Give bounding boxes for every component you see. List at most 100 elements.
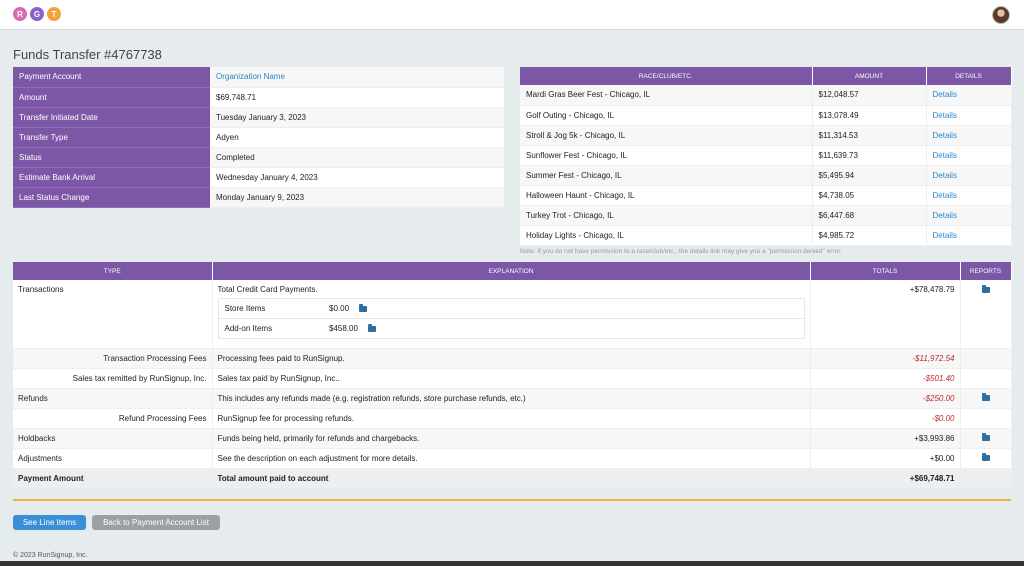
explanation-cell: This includes any refunds made (e.g. reg…: [212, 388, 811, 409]
info-value: Wednesday January 4, 2023: [210, 167, 504, 188]
sub-value-cell: $458.00: [323, 319, 804, 339]
race-name: Holiday Lights - Chicago, IL: [520, 225, 813, 246]
explanation-cell: Total amount paid to account: [212, 468, 811, 489]
race-amount: $4,738.05: [812, 185, 927, 206]
race-amount: $5,495.94: [812, 165, 927, 186]
report-cell: [960, 408, 1012, 429]
type-cell: Refund Processing Fees: [13, 408, 213, 429]
info-value: Tuesday January 3, 2023: [210, 107, 504, 128]
report-cell: [960, 448, 1012, 469]
explanation-cell: Total Credit Card Payments. Store Items …: [212, 280, 811, 349]
brand-logo[interactable]: R G T: [13, 7, 61, 21]
table-row: Sunflower Fest - Chicago, IL $11,639.73 De…: [520, 145, 1012, 166]
sub-value-cell: $0.00: [323, 298, 804, 319]
total-cell: -$250.00: [810, 388, 961, 409]
total-cell: +$0.00: [810, 448, 961, 469]
table-row: Sales tax remitted by RunSignup, Inc. Sal…: [13, 368, 1012, 389]
report-cell: [960, 348, 1012, 369]
back-to-payment-account-list-button[interactable]: Back to Payment Account List: [92, 515, 220, 530]
sub-label: Store Items: [218, 298, 323, 319]
info-label: Amount: [13, 87, 210, 108]
details-link[interactable]: Details: [926, 165, 1012, 186]
total-cell: -$11,972.54: [810, 348, 961, 369]
col-header-race: RACE/CLUB/ETC.: [520, 67, 813, 85]
events-table: RACE/CLUB/ETC. AMOUNT DETAILS Mardi Gras…: [520, 67, 1012, 246]
race-amount: $11,639.73: [812, 145, 927, 166]
table-row: Payment Amount Total amount paid to accou…: [13, 468, 1012, 489]
info-value: Adyen: [210, 127, 504, 148]
col-header-type: TYPE: [13, 262, 213, 280]
info-row: Transfer Type Adyen: [13, 127, 504, 148]
table-row: Stroll & Jog 5k - Chicago, IL $11,314.53 D…: [520, 125, 1012, 146]
col-header-explanation: EXPLANATION: [212, 262, 811, 280]
top-bar: R G T: [0, 0, 1024, 30]
explanation-cell: See the description on each adjustment f…: [212, 448, 811, 469]
info-value: Completed: [210, 147, 504, 168]
transactions-subtable: Store Items $0.00 Add-on Items $458.00: [217, 298, 805, 339]
type-cell: Sales tax remitted by RunSignup, Inc.: [13, 368, 213, 389]
footer-copyright: © 2023 RunSignup, Inc.: [13, 552, 88, 559]
sub-value: $458.00: [329, 324, 358, 333]
explanation-cell: RunSignup fee for processing refunds.: [212, 408, 811, 429]
table-row: Holdbacks Funds being held, primarily for…: [13, 428, 1012, 449]
info-row: Payment Account Organization Name: [13, 67, 504, 88]
explanation-cell: Sales tax paid by RunSignup, Inc..: [212, 368, 811, 389]
info-row: Status Completed: [13, 147, 504, 168]
info-label: Transfer Type: [13, 127, 210, 148]
logo-letter-g: G: [30, 7, 44, 21]
info-label: Estimate Bank Arrival: [13, 167, 210, 188]
type-cell: Holdbacks: [13, 428, 213, 449]
details-link[interactable]: Details: [926, 85, 1012, 106]
table-row: Refunds This includes any refunds made (e…: [13, 388, 1012, 409]
bottom-bar: [0, 561, 1024, 566]
report-cell: [960, 280, 1012, 349]
payment-account-link[interactable]: Organization Name: [210, 67, 504, 88]
type-cell: Adjustments: [13, 448, 213, 469]
race-amount: $13,078.49: [812, 105, 927, 126]
type-cell: Payment Amount: [13, 468, 213, 489]
user-avatar[interactable]: [992, 6, 1010, 24]
table-row: Turkey Trot - Chicago, IL $6,447.68 Detail…: [520, 205, 1012, 226]
folder-icon[interactable]: [981, 433, 990, 442]
explanation-cell: Processing fees paid to RunSignup.: [212, 348, 811, 369]
info-value: Monday January 9, 2023: [210, 187, 504, 208]
details-link[interactable]: Details: [926, 125, 1012, 146]
page-title: Funds Transfer #4767738: [13, 47, 162, 62]
details-link[interactable]: Details: [926, 205, 1012, 226]
info-value: $69,748.71: [210, 87, 504, 108]
details-link[interactable]: Details: [926, 225, 1012, 246]
race-name: Turkey Trot - Chicago, IL: [520, 205, 813, 226]
table-row: Halloween Haunt - Chicago, IL $4,738.05 De…: [520, 185, 1012, 206]
account-info-table: Payment Account Organization Name Amount $…: [13, 67, 504, 208]
race-name: Mardi Gras Beer Fest - Chicago, IL: [520, 85, 813, 106]
details-link[interactable]: Details: [926, 185, 1012, 206]
total-cell: +$69,748.71: [810, 468, 961, 489]
race-amount: $4,985.72: [812, 225, 927, 246]
folder-icon[interactable]: [368, 323, 377, 332]
race-name: Sunflower Fest - Chicago, IL: [520, 145, 813, 166]
type-cell: Refunds: [13, 388, 213, 409]
breakdown-table: TYPE EXPLANATION TOTALS REPORTS Transact…: [13, 262, 1012, 489]
logo-letter-t: T: [47, 7, 61, 21]
details-link[interactable]: Details: [926, 145, 1012, 166]
table-row: Transactions Total Credit Card Payments.…: [13, 280, 1012, 349]
total-cell: +$78,478.79: [810, 280, 961, 349]
see-line-items-button[interactable]: See Line Items: [13, 515, 86, 530]
table-row: Transaction Processing Fees Processing fe…: [13, 348, 1012, 369]
divider: [13, 499, 1011, 501]
sub-value: $0.00: [329, 304, 350, 313]
folder-icon[interactable]: [981, 453, 990, 462]
info-row: Last Status Change Monday January 9, 2023: [13, 187, 504, 208]
details-link[interactable]: Details: [926, 105, 1012, 126]
total-cell: -$0.00: [810, 408, 961, 429]
info-label: Payment Account: [13, 67, 210, 88]
race-name: Stroll & Jog 5k - Chicago, IL: [520, 125, 813, 146]
folder-icon[interactable]: [359, 303, 368, 312]
total-cell: +$3,993.86: [810, 428, 961, 449]
col-header-details: DETAILS: [926, 67, 1012, 85]
folder-icon[interactable]: [981, 284, 990, 293]
logo-letter-r: R: [13, 7, 27, 21]
col-header-totals: TOTALS: [810, 262, 961, 280]
table-row: Golf Outing - Chicago, IL $13,078.49 Detai…: [520, 105, 1012, 126]
folder-icon[interactable]: [981, 393, 990, 402]
